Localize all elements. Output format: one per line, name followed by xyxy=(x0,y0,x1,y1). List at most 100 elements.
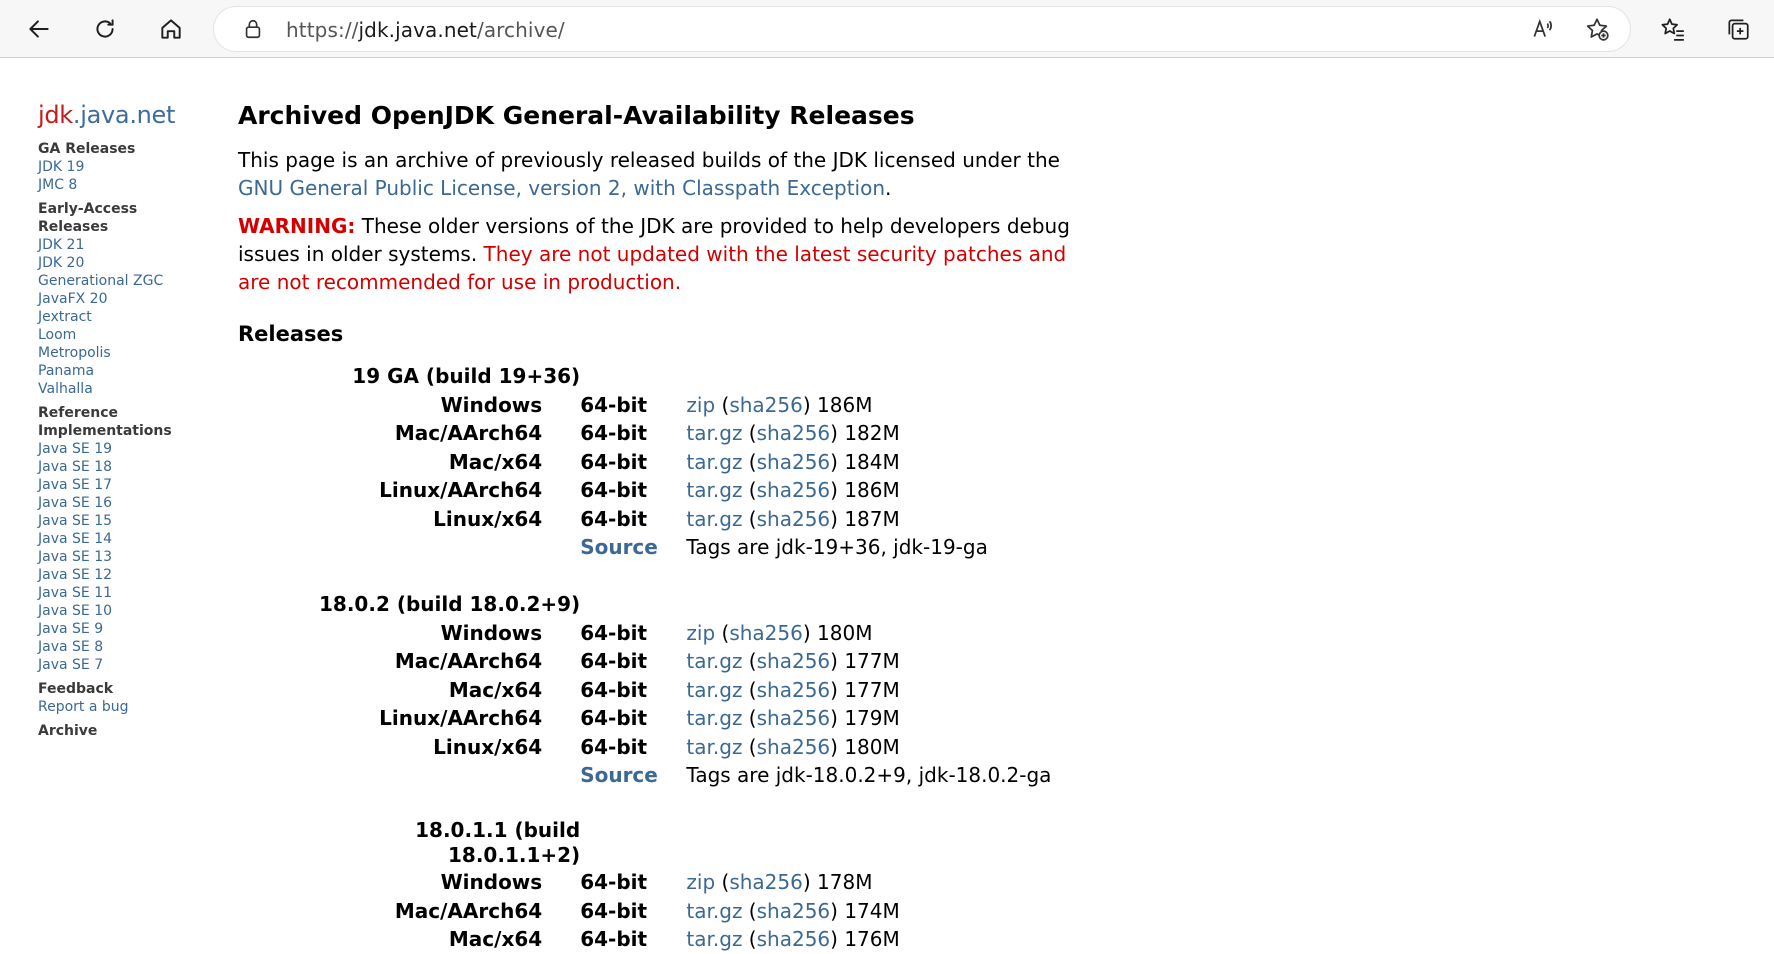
download-link[interactable]: tar.gz xyxy=(686,421,742,445)
table-row: Mac/AArch64 64-bit tar.gz (sha256) 174M xyxy=(394,898,900,923)
source-link[interactable]: Source xyxy=(580,535,658,559)
sidebar-link[interactable]: Loom xyxy=(38,326,208,344)
table-row: Windows 64-bit zip (sha256) 186M xyxy=(440,392,873,417)
table-row: Windows 64-bit zip (sha256) 178M xyxy=(440,870,873,894)
sha256-link[interactable]: sha256 xyxy=(729,393,803,417)
release-header: 18.0.2 (build 18.0.2+9) xyxy=(319,592,581,616)
table-row: Linux/AArch64 64-bit tar.gz (sha256) 186… xyxy=(379,478,900,502)
download-link[interactable]: tar.gz xyxy=(686,927,742,951)
sha256-link[interactable]: sha256 xyxy=(757,735,831,759)
sha256-link[interactable]: sha256 xyxy=(729,621,803,645)
table-row: Mac/x64 64-bit tar.gz (sha256) 177M xyxy=(448,677,900,702)
download-link[interactable]: tar.gz xyxy=(686,706,742,730)
sha256-link[interactable]: sha256 xyxy=(757,899,831,923)
warning-label: WARNING: xyxy=(238,214,356,238)
sidebar-link[interactable]: Jextract xyxy=(38,308,208,326)
sha256-link[interactable]: sha256 xyxy=(757,678,831,702)
add-favorite-icon[interactable] xyxy=(1584,16,1610,42)
download-link[interactable]: tar.gz xyxy=(686,507,742,531)
download-link[interactable]: zip xyxy=(686,393,715,417)
sidebar-link[interactable]: Java SE 17 xyxy=(38,476,208,494)
sidebar-link[interactable]: Java SE 16 xyxy=(38,494,208,512)
download-link[interactable]: tar.gz xyxy=(686,649,742,673)
download-link[interactable]: tar.gz xyxy=(686,899,742,923)
sidebar-link[interactable]: Java SE 15 xyxy=(38,512,208,530)
sidebar-group-archive: Archive xyxy=(38,722,208,740)
intro-paragraph: This page is an archive of previously re… xyxy=(238,148,1060,200)
source-row: Source Tags are jdk-18.0.2+9, jdk-18.0.2… xyxy=(580,763,1052,787)
read-aloud-icon[interactable] xyxy=(1530,16,1556,42)
table-row: Linux/x64 64-bit tar.gz (sha256) 187M xyxy=(433,506,900,531)
sha256-link[interactable]: sha256 xyxy=(757,478,831,502)
lock-icon[interactable] xyxy=(242,18,264,40)
source-row: Source Tags are jdk-19+36, jdk-19-ga xyxy=(580,535,988,559)
table-row: Mac/AArch64 64-bit tar.gz (sha256) 177M xyxy=(394,649,900,673)
sha256-link[interactable]: sha256 xyxy=(757,927,831,951)
sha256-link[interactable]: sha256 xyxy=(757,649,831,673)
sidebar-link[interactable]: Java SE 8 xyxy=(38,638,208,656)
sha256-link[interactable]: sha256 xyxy=(757,706,831,730)
sidebar-link[interactable]: Java SE 10 xyxy=(38,602,208,620)
sidebar-link[interactable]: Java SE 9 xyxy=(38,620,208,638)
sidebar-heading: Feedback xyxy=(38,681,114,697)
sidebar-link[interactable]: JDK 21 xyxy=(38,236,208,254)
back-icon[interactable] xyxy=(18,8,60,50)
browser-toolbar: https://jdk.java.net/archive/ xyxy=(0,0,1774,58)
download-link[interactable]: tar.gz xyxy=(686,450,742,474)
sidebar-link[interactable]: Generational ZGC xyxy=(38,272,208,290)
sidebar-heading: Early-Access Releases xyxy=(38,201,138,235)
sidebar-link[interactable]: Java SE 12 xyxy=(38,566,208,584)
sidebar-heading: Reference Implementations xyxy=(38,405,172,439)
warning-paragraph: WARNING: These older versions of the JDK… xyxy=(238,214,1070,294)
table-row: Mac/x64 64-bit tar.gz (sha256) 184M xyxy=(448,449,900,474)
url-text[interactable]: https://jdk.java.net/archive/ xyxy=(286,18,565,42)
sidebar-group-early-access: Early-Access Releases JDK 21 JDK 20 Gene… xyxy=(38,200,208,398)
download-link[interactable]: zip xyxy=(686,870,715,894)
refresh-icon[interactable] xyxy=(84,8,126,50)
sha256-link[interactable]: sha256 xyxy=(757,450,831,474)
releases-heading: Releases xyxy=(238,322,344,346)
collections-icon[interactable] xyxy=(1717,8,1759,50)
table-row: Linux/x64 64-bit tar.gz (sha256) 180M xyxy=(433,734,900,759)
sidebar: jdk.java.net GA Releases JDK 19 JMC 8 Ea… xyxy=(38,100,208,746)
sidebar-link[interactable]: Java SE 18 xyxy=(38,458,208,476)
releases-table: 19 GA (build 19+36) Windows 64-bit zip (… xyxy=(238,362,1098,954)
sidebar-link-jdk-19[interactable]: JDK 19 xyxy=(38,158,208,176)
sidebar-link[interactable]: JDK 20 xyxy=(38,254,208,272)
sidebar-group-feedback: Feedback Report a bug xyxy=(38,680,208,716)
download-link[interactable]: zip xyxy=(686,621,715,645)
site-logo[interactable]: jdk.java.net xyxy=(38,100,208,130)
sidebar-link-report-bug[interactable]: Report a bug xyxy=(38,698,208,716)
sha256-link[interactable]: sha256 xyxy=(757,507,831,531)
page-title: Archived OpenJDK General-Availability Re… xyxy=(238,101,915,130)
main-content: Archived OpenJDK General-Availability Re… xyxy=(238,98,1098,954)
table-row: Windows 64-bit zip (sha256) 180M xyxy=(440,620,873,645)
release-header: 19 GA (build 19+36) xyxy=(352,364,581,388)
sha256-link[interactable]: sha256 xyxy=(729,870,803,894)
download-link[interactable]: tar.gz xyxy=(686,735,742,759)
sidebar-link[interactable]: Java SE 11 xyxy=(38,584,208,602)
sidebar-link[interactable]: Java SE 19 xyxy=(38,440,208,458)
source-link[interactable]: Source xyxy=(580,763,658,787)
sidebar-link[interactable]: Metropolis xyxy=(38,344,208,362)
download-link[interactable]: tar.gz xyxy=(686,678,742,702)
favorites-icon[interactable] xyxy=(1652,8,1694,50)
address-bar[interactable]: https://jdk.java.net/archive/ xyxy=(214,7,1630,51)
sidebar-group-ga: GA Releases JDK 19 JMC 8 xyxy=(38,140,208,194)
sidebar-heading: GA Releases xyxy=(38,141,136,157)
sidebar-link[interactable]: Panama xyxy=(38,362,208,380)
sidebar-link[interactable]: Java SE 14 xyxy=(38,530,208,548)
sidebar-link-jmc-8[interactable]: JMC 8 xyxy=(38,176,208,194)
home-icon[interactable] xyxy=(150,8,192,50)
sidebar-link[interactable]: JavaFX 20 xyxy=(38,290,208,308)
table-row: Linux/AArch64 64-bit tar.gz (sha256) 179… xyxy=(379,706,900,730)
license-link[interactable]: GNU General Public License, version 2, w… xyxy=(238,176,885,200)
table-row: Mac/AArch64 64-bit tar.gz (sha256) 182M xyxy=(394,421,900,445)
sha256-link[interactable]: sha256 xyxy=(757,421,831,445)
sidebar-link[interactable]: Java SE 7 xyxy=(38,656,208,674)
sidebar-link[interactable]: Valhalla xyxy=(38,380,208,398)
sidebar-group-reference: Reference Implementations Java SE 19 Jav… xyxy=(38,404,208,674)
sidebar-link[interactable]: Java SE 13 xyxy=(38,548,208,566)
download-link[interactable]: tar.gz xyxy=(686,478,742,502)
sidebar-heading-archive: Archive xyxy=(38,723,98,739)
